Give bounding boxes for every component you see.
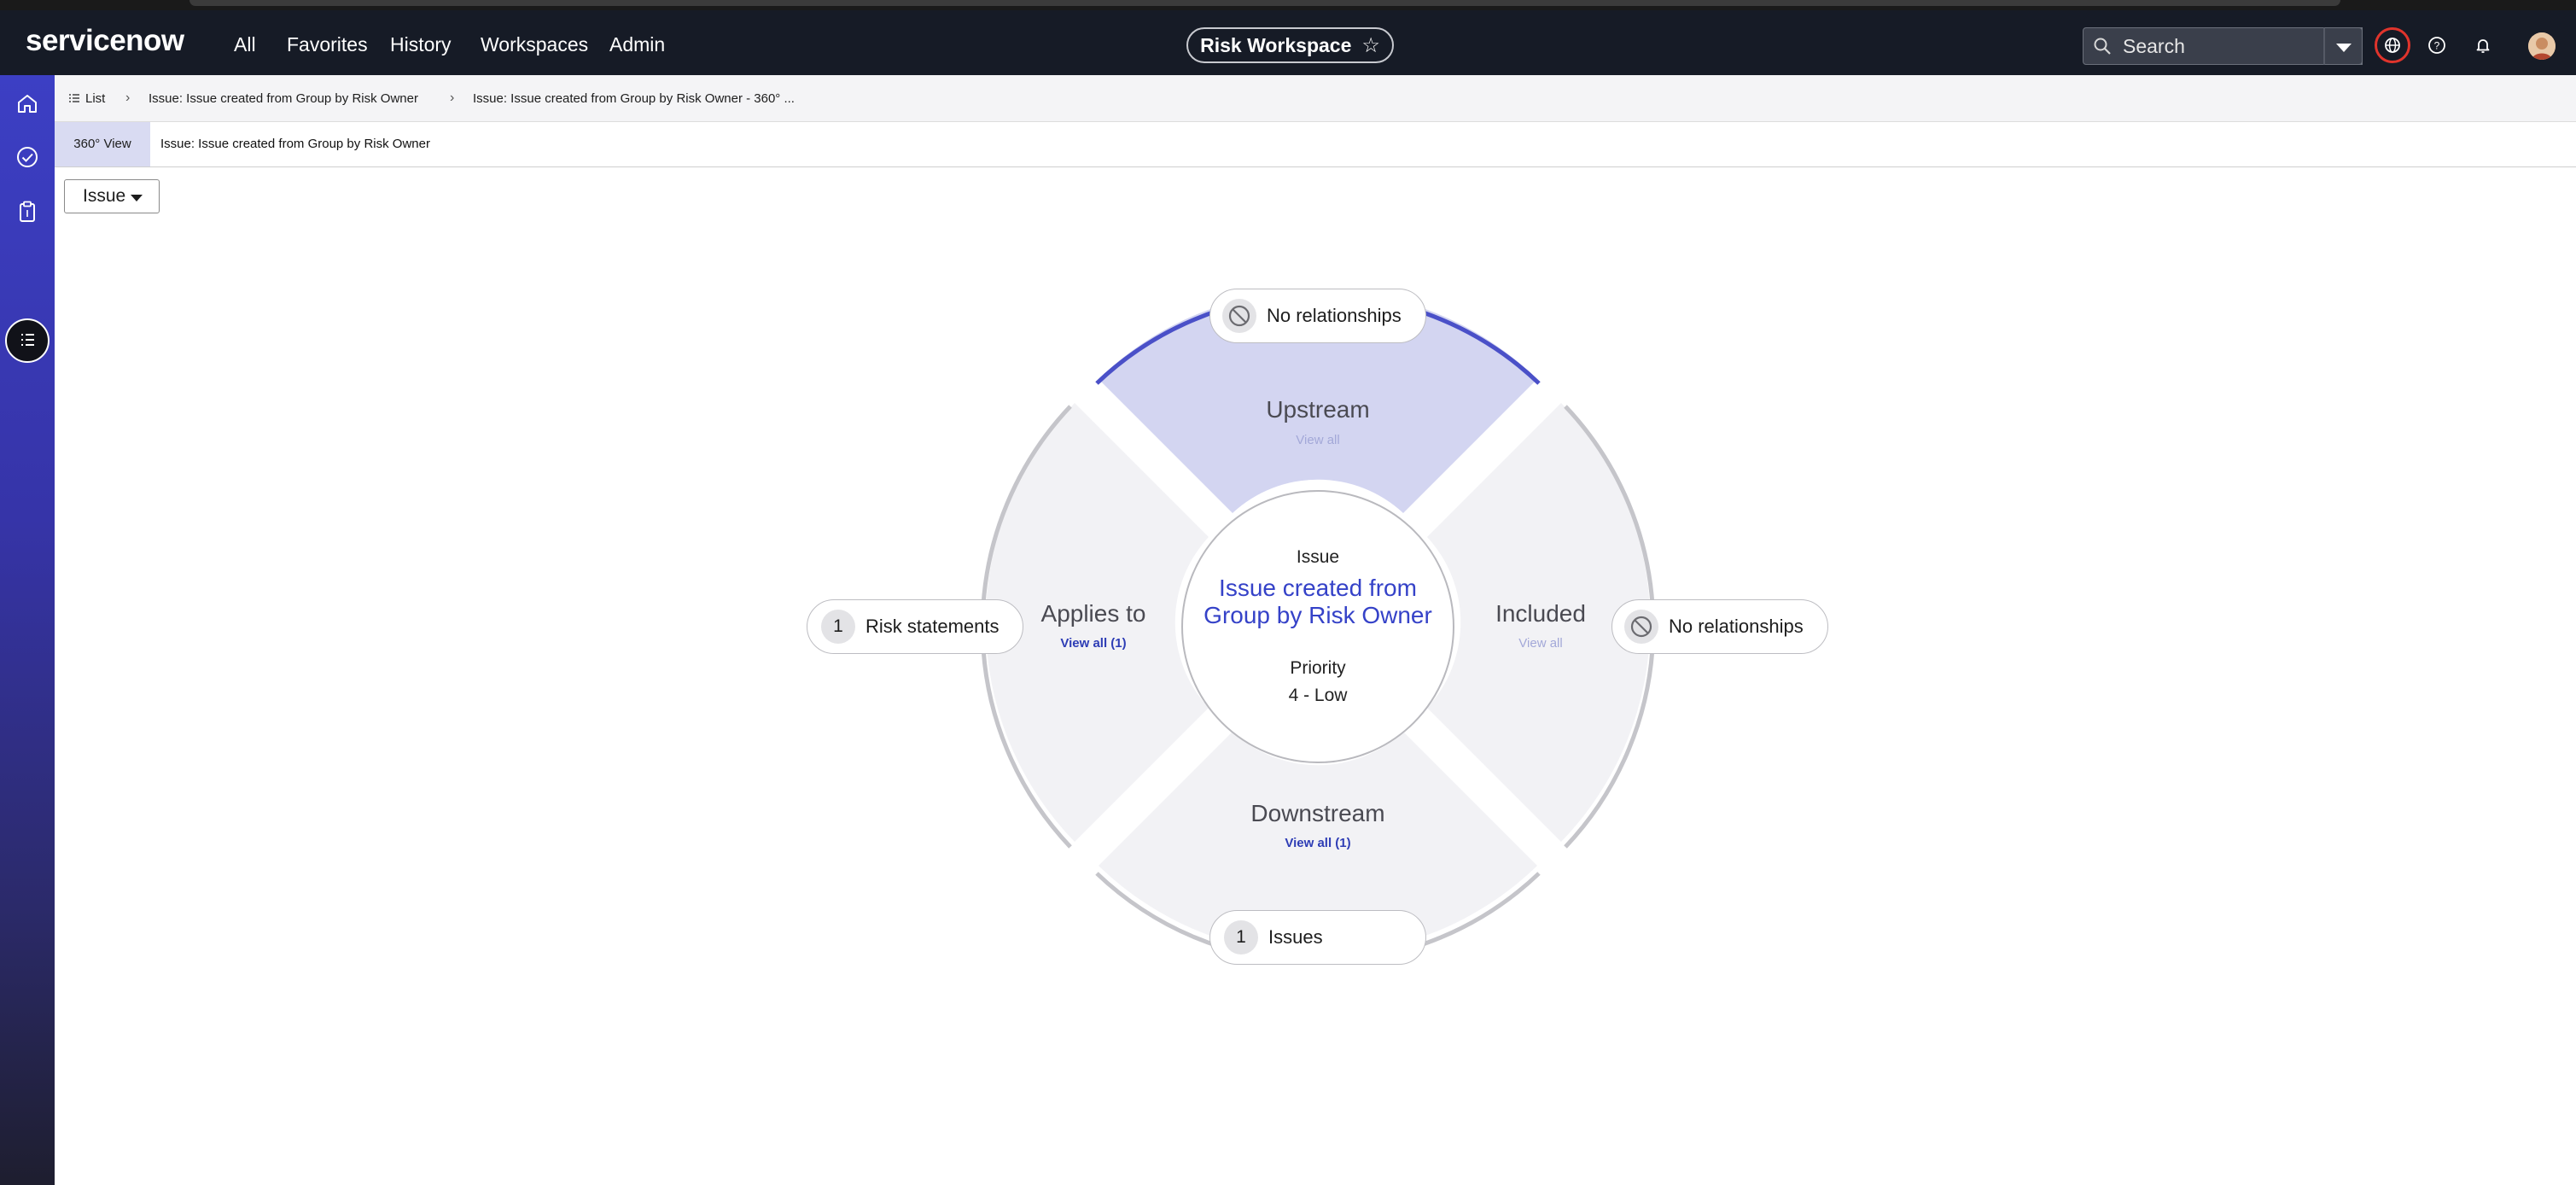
issues-pill[interactable]: 1 Issues bbox=[1209, 910, 1426, 965]
center-record-type: Issue bbox=[1296, 547, 1340, 567]
count-badge: 1 bbox=[1224, 920, 1258, 954]
no-relationships-icon bbox=[1222, 299, 1256, 333]
downstream-title: Downstream bbox=[1250, 800, 1385, 826]
downstream-view-all-link[interactable]: View all (1) bbox=[1285, 836, 1350, 850]
upstream-relationships-pill[interactable]: No relationships bbox=[1209, 289, 1426, 343]
included-relationships-pill[interactable]: No relationships bbox=[1611, 599, 1828, 654]
applies-to-title: Applies to bbox=[1040, 600, 1146, 627]
pill-label: No relationships bbox=[1267, 305, 1402, 326]
upstream-view-all-link[interactable]: View all bbox=[1296, 433, 1339, 447]
included-title: Included bbox=[1495, 600, 1586, 627]
pill-label: Issues bbox=[1268, 926, 1323, 948]
center-title-line-1: Issue created from bbox=[1219, 575, 1417, 601]
risk-statements-pill[interactable]: 1 Risk statements bbox=[807, 599, 1023, 654]
priority-label: Priority bbox=[1290, 658, 1346, 678]
count-badge: 1 bbox=[821, 610, 855, 644]
no-relationships-icon bbox=[1624, 610, 1658, 644]
applies-to-view-all-link[interactable]: View all (1) bbox=[1060, 636, 1126, 651]
pill-label: No relationships bbox=[1669, 616, 1804, 637]
pill-label: Risk statements bbox=[865, 616, 1000, 637]
upstream-title: Upstream bbox=[1266, 396, 1370, 423]
included-view-all-link[interactable]: View all bbox=[1518, 636, 1562, 651]
priority-value: 4 - Low bbox=[1288, 686, 1348, 705]
center-title-line-2: Group by Risk Owner bbox=[1203, 602, 1432, 628]
center-record-title[interactable]: Issue created from Group by Risk Owner bbox=[1203, 575, 1432, 629]
